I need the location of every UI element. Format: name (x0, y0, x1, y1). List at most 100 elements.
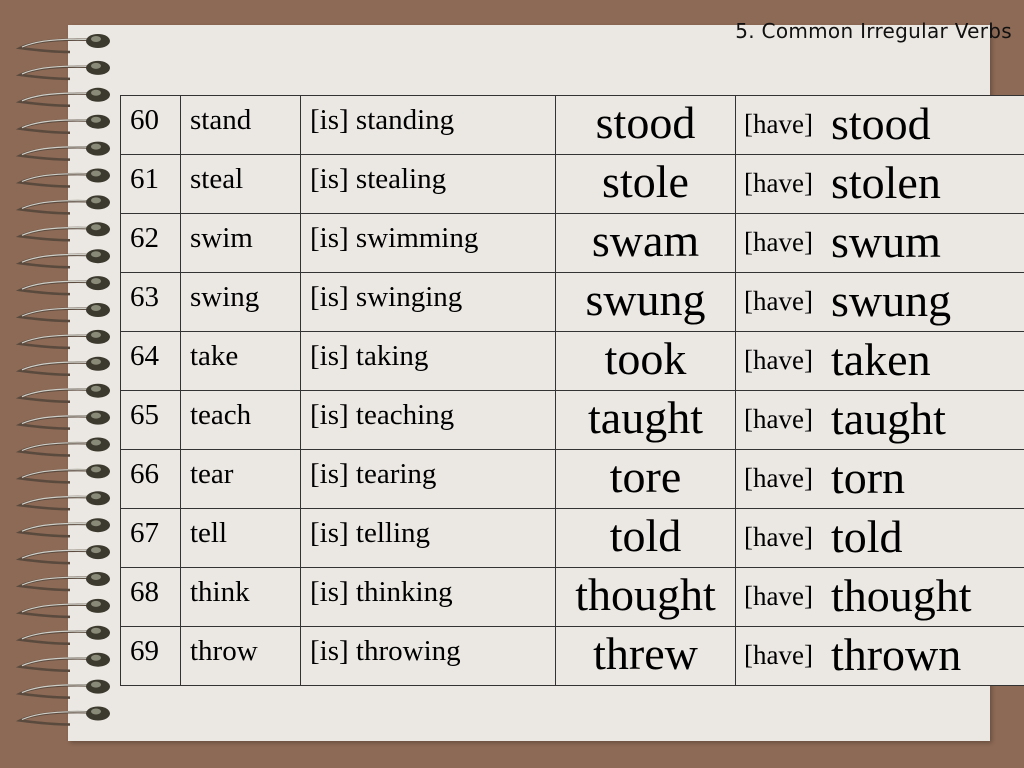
spiral-ring (15, 706, 110, 726)
past-tense: swung (555, 272, 736, 332)
past-participle: swung (830, 275, 952, 326)
spiral-ring (15, 276, 110, 296)
table-row: 63 swing [is] swinging swung [have] swung (120, 272, 1024, 332)
verb-number: 65 (120, 390, 181, 450)
spiral-ring (15, 329, 110, 350)
slide-title: 5. Common Irregular Verbs (735, 19, 1012, 43)
spiral-ring (15, 518, 110, 538)
spiral-ring (15, 598, 110, 619)
present-participle: [is] swimming (300, 213, 556, 273)
have-label: [have] (744, 522, 813, 552)
past-tense: swam (555, 213, 736, 273)
have-label: [have] (744, 463, 813, 493)
base-form: teach (180, 390, 301, 450)
past-participle: stood (830, 98, 931, 149)
spiral-ring (15, 545, 110, 565)
base-form: tear (180, 449, 301, 509)
past-participle: thrown (830, 629, 962, 680)
past-participle: stolen (830, 157, 941, 208)
past-tense: took (555, 331, 736, 391)
table-row: 67 tell [is] telling told [have] told (120, 508, 1024, 568)
verb-number: 64 (120, 331, 181, 391)
have-label: [have] (744, 404, 813, 434)
spiral-ring (15, 168, 110, 188)
past-tense: stood (555, 95, 736, 155)
present-participle: [is] throwing (300, 626, 556, 686)
past-participle-cell: [have] stood (735, 95, 1024, 155)
past-tense: told (555, 508, 736, 568)
present-participle: [is] telling (300, 508, 556, 568)
base-form: stand (180, 95, 301, 155)
verb-number: 60 (120, 95, 181, 155)
have-label: [have] (744, 581, 813, 611)
verb-number: 69 (120, 626, 181, 686)
have-label: [have] (744, 168, 813, 198)
spiral-ring (15, 249, 110, 269)
spiral-ring (15, 34, 110, 54)
base-form: steal (180, 154, 301, 214)
verb-number: 61 (120, 154, 181, 214)
past-tense: thought (555, 567, 736, 627)
verb-number: 67 (120, 508, 181, 568)
past-participle: thought (830, 570, 972, 621)
past-participle-cell: [have] stolen (735, 154, 1024, 214)
present-participle: [is] swinging (300, 272, 556, 332)
table-row: 68 think [is] thinking thought [have] tho… (120, 567, 1024, 627)
table-row: 65 teach [is] teaching taught [have] taug… (120, 390, 1024, 450)
base-form: throw (180, 626, 301, 686)
past-participle-cell: [have] thrown (735, 626, 1024, 686)
table-row: 60 stand [is] standing stood [have] stood (120, 95, 1024, 155)
table-row: 62 swim [is] swimming swam [have] swum (120, 213, 1024, 273)
spiral-ring (15, 141, 110, 161)
verb-number: 62 (120, 213, 181, 273)
have-label: [have] (744, 109, 813, 139)
past-participle-cell: [have] swum (735, 213, 1024, 273)
present-participle: [is] standing (300, 95, 556, 155)
past-tense: stole (555, 154, 736, 214)
past-participle: told (830, 511, 903, 562)
spiral-ring (15, 195, 110, 215)
irregular-verbs-table: 60 stand [is] standing stood [have] stood… (120, 95, 1024, 686)
past-participle-cell: [have] taught (735, 390, 1024, 450)
spiral-ring (15, 491, 110, 511)
have-label: [have] (744, 227, 813, 257)
spiral-ring (15, 60, 110, 81)
past-participle-cell: [have] swung (735, 272, 1024, 332)
present-participle: [is] tearing (300, 449, 556, 509)
spiral-ring (15, 87, 110, 108)
have-label: [have] (744, 640, 813, 670)
base-form: swing (180, 272, 301, 332)
table-row: 61 steal [is] stealing stole [have] stole… (120, 154, 1024, 214)
table-row: 69 throw [is] throwing threw [have] throw… (120, 626, 1024, 686)
spiral-ring (15, 356, 110, 377)
base-form: think (180, 567, 301, 627)
past-participle-cell: [have] taken (735, 331, 1024, 391)
past-participle: taken (830, 334, 931, 385)
present-participle: [is] teaching (300, 390, 556, 450)
present-participle: [is] taking (300, 331, 556, 391)
spiral-ring (15, 625, 110, 646)
spiral-binding-icon (15, 34, 110, 726)
have-label: [have] (744, 286, 813, 316)
verb-number: 63 (120, 272, 181, 332)
past-participle: torn (830, 452, 906, 503)
base-form: take (180, 331, 301, 391)
past-participle-cell: [have] told (735, 508, 1024, 568)
verb-number: 66 (120, 449, 181, 509)
table-row: 64 take [is] taking took [have] taken (120, 331, 1024, 391)
present-participle: [is] thinking (300, 567, 556, 627)
past-participle: swum (830, 216, 941, 267)
base-form: tell (180, 508, 301, 568)
past-participle-cell: [have] torn (735, 449, 1024, 509)
past-tense: taught (555, 390, 736, 450)
table-row: 66 tear [is] tearing tore [have] torn (120, 449, 1024, 509)
spiral-ring (15, 652, 110, 672)
spiral-ring (15, 303, 110, 323)
spiral-ring (15, 679, 110, 699)
past-participle: taught (830, 393, 946, 444)
base-form: swim (180, 213, 301, 273)
spiral-ring (15, 464, 110, 484)
past-participle-cell: [have] thought (735, 567, 1024, 627)
spiral-ring (15, 383, 110, 403)
present-participle: [is] stealing (300, 154, 556, 214)
